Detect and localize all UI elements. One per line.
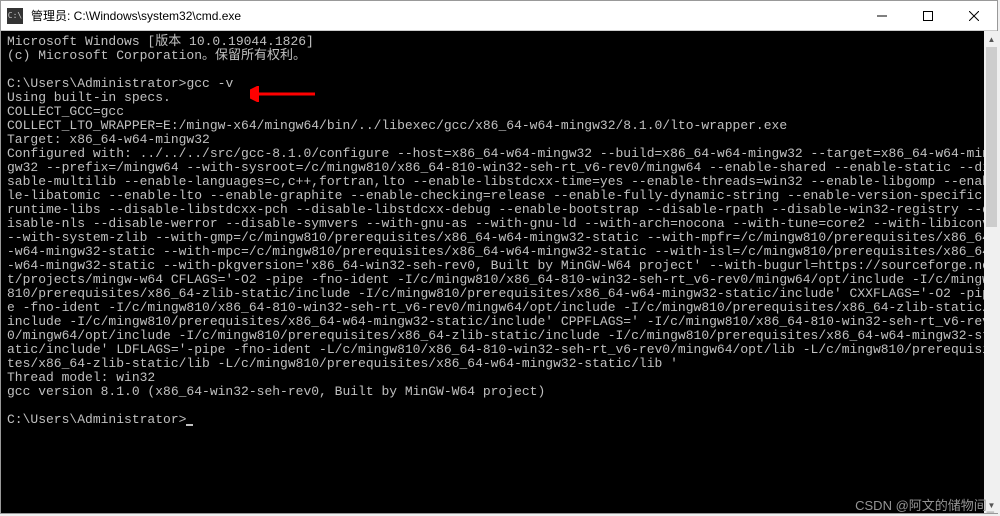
- scroll-track[interactable]: [984, 47, 999, 497]
- terminal-output[interactable]: Microsoft Windows [版本 10.0.19044.1826] (…: [1, 31, 997, 513]
- maximize-icon: [923, 11, 933, 21]
- prompt: C:\Users\Administrator>: [7, 412, 186, 427]
- minimize-button[interactable]: [859, 1, 905, 30]
- app-icon-label: C:\: [8, 11, 22, 20]
- version-line: Microsoft Windows [版本 10.0.19044.1826]: [7, 34, 314, 49]
- cursor-icon: [186, 424, 193, 426]
- output-line: COLLECT_LTO_WRAPPER=E:/mingw-x64/mingw64…: [7, 118, 787, 133]
- vertical-scrollbar[interactable]: ▲ ▼: [984, 31, 999, 513]
- chevron-up-icon: ▲: [988, 35, 996, 44]
- app-icon: C:\: [7, 8, 23, 24]
- scroll-thumb[interactable]: [986, 47, 997, 227]
- titlebar[interactable]: C:\ 管理员: C:\Windows\system32\cmd.exe: [1, 1, 997, 31]
- watermark-text: CSDN @阿文的储物间_: [855, 495, 994, 514]
- scroll-up-button[interactable]: ▲: [984, 31, 999, 47]
- output-line: Thread model: win32: [7, 370, 155, 385]
- maximize-button[interactable]: [905, 1, 951, 30]
- copyright-line: (c) Microsoft Corporation。保留所有权利。: [7, 48, 306, 63]
- output-line: Target: x86_64-w64-mingw32: [7, 132, 210, 147]
- output-line: gcc version 8.1.0 (x86_64-win32-seh-rev0…: [7, 384, 545, 399]
- cmd-window: C:\ 管理员: C:\Windows\system32\cmd.exe Mic…: [0, 0, 998, 514]
- output-line: COLLECT_GCC=gcc: [7, 104, 124, 119]
- output-line: Configured with: ../../../src/gcc-8.1.0/…: [7, 146, 997, 371]
- command-input: gcc -v: [186, 76, 233, 91]
- window-title: 管理员: C:\Windows\system32\cmd.exe: [29, 7, 859, 24]
- prompt: C:\Users\Administrator>: [7, 76, 186, 91]
- close-icon: [969, 11, 979, 21]
- minimize-icon: [877, 11, 887, 21]
- close-button[interactable]: [951, 1, 997, 30]
- output-line: Using built-in specs.: [7, 90, 171, 105]
- window-controls: [859, 1, 997, 30]
